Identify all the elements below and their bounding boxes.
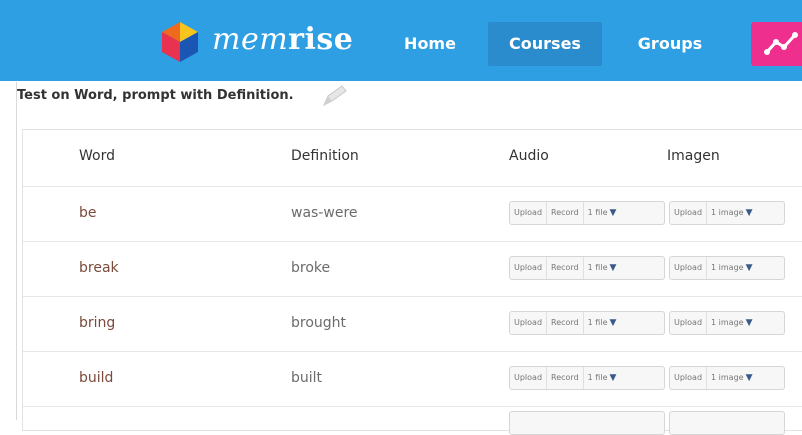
image-files-dropdown[interactable]: 1 image ▼ <box>707 257 756 279</box>
image-upload-button[interactable]: Upload <box>670 257 708 279</box>
page-border <box>16 82 17 420</box>
audio-controls: Upload Record 1 file ▼ <box>509 256 665 280</box>
chevron-down-icon: ▼ <box>609 263 617 273</box>
chevron-down-icon: ▼ <box>609 208 617 218</box>
audio-files-label: 1 file <box>587 208 608 217</box>
nav-courses[interactable]: Courses <box>488 22 602 66</box>
chevron-down-icon: ▼ <box>609 373 617 383</box>
column-header-definition: Definition <box>291 148 359 164</box>
top-nav-bar: memrise Home Courses Groups <box>0 0 802 81</box>
audio-controls[interactable] <box>509 411 665 435</box>
image-upload-button[interactable]: Upload <box>670 202 708 224</box>
image-controls: Upload 1 image ▼ <box>669 311 785 335</box>
word-cell[interactable]: break <box>79 260 119 276</box>
image-controls: Upload 1 image ▼ <box>669 366 785 390</box>
audio-record-button[interactable]: Record <box>547 312 584 334</box>
image-files-dropdown[interactable]: 1 image ▼ <box>707 202 756 224</box>
audio-controls: Upload Record 1 file ▼ <box>509 201 665 225</box>
table-row: bring brought Upload Record 1 file ▼ Uplo… <box>23 297 802 352</box>
audio-upload-button[interactable]: Upload <box>510 257 548 279</box>
audio-files-dropdown[interactable]: 1 file ▼ <box>584 202 621 224</box>
audio-controls: Upload Record 1 file ▼ <box>509 366 665 390</box>
definition-cell[interactable]: broke <box>291 260 330 276</box>
audio-files-label: 1 file <box>587 318 608 327</box>
audio-upload-button[interactable]: Upload <box>510 202 548 224</box>
audio-files-label: 1 file <box>587 263 608 272</box>
chevron-down-icon: ▼ <box>745 373 753 383</box>
chevron-down-icon: ▼ <box>745 208 753 218</box>
image-controls: Upload 1 image ▼ <box>669 201 785 225</box>
image-files-label: 1 image <box>711 208 744 217</box>
chevron-down-icon: ▼ <box>745 263 753 273</box>
audio-upload-button[interactable]: Upload <box>510 312 548 334</box>
nav-home[interactable]: Home <box>390 22 470 66</box>
table-row-partial <box>23 401 802 435</box>
audio-controls: Upload Record 1 file ▼ <box>509 311 665 335</box>
table-row: build built Upload Record 1 file ▼ Upload… <box>23 352 802 407</box>
pencil-icon[interactable] <box>318 83 350 109</box>
audio-record-button[interactable]: Record <box>547 202 584 224</box>
image-controls: Upload 1 image ▼ <box>669 256 785 280</box>
memrise-logo-icon[interactable] <box>158 20 202 64</box>
audio-files-label: 1 file <box>587 373 608 382</box>
table-row: break broke Upload Record 1 file ▼ Upload… <box>23 242 802 297</box>
image-upload-button[interactable]: Upload <box>670 367 708 389</box>
word-cell[interactable]: build <box>79 370 113 386</box>
audio-upload-button[interactable]: Upload <box>510 367 548 389</box>
word-table: Word Definition Audio Imagen be was-were… <box>22 129 802 435</box>
image-files-label: 1 image <box>711 318 744 327</box>
image-files-label: 1 image <box>711 263 744 272</box>
line-graph-icon <box>764 32 798 55</box>
nav-groups[interactable]: Groups <box>622 22 718 66</box>
definition-cell[interactable]: built <box>291 370 322 386</box>
chevron-down-icon: ▼ <box>745 318 753 328</box>
word-cell[interactable]: bring <box>79 315 115 331</box>
column-header-imagen: Imagen <box>667 148 720 164</box>
table-header: Word Definition Audio Imagen <box>23 130 802 187</box>
image-upload-button[interactable]: Upload <box>670 312 708 334</box>
chevron-down-icon: ▼ <box>609 318 617 328</box>
column-header-word: Word <box>79 148 115 164</box>
table-row: be was-were Upload Record 1 file ▼ Upload… <box>23 187 802 242</box>
image-files-dropdown[interactable]: 1 image ▼ <box>707 312 756 334</box>
audio-record-button[interactable]: Record <box>547 367 584 389</box>
definition-cell[interactable]: brought <box>291 315 346 331</box>
image-files-label: 1 image <box>711 373 744 382</box>
word-cell[interactable]: be <box>79 205 97 221</box>
brand-part-mem: mem <box>212 22 289 57</box>
audio-files-dropdown[interactable]: 1 file ▼ <box>584 257 621 279</box>
progress-button[interactable] <box>751 22 802 66</box>
definition-cell[interactable]: was-were <box>291 205 358 221</box>
brand-part-rise: rise <box>288 22 354 57</box>
audio-files-dropdown[interactable]: 1 file ▼ <box>584 367 621 389</box>
image-files-dropdown[interactable]: 1 image ▼ <box>707 367 756 389</box>
brand-wordmark[interactable]: memrise <box>212 22 353 57</box>
audio-files-dropdown[interactable]: 1 file ▼ <box>584 312 621 334</box>
column-header-audio: Audio <box>509 148 549 164</box>
image-controls[interactable] <box>669 411 785 435</box>
audio-record-button[interactable]: Record <box>547 257 584 279</box>
test-prompt-label: Test on Word, prompt with Definition. <box>17 88 294 103</box>
